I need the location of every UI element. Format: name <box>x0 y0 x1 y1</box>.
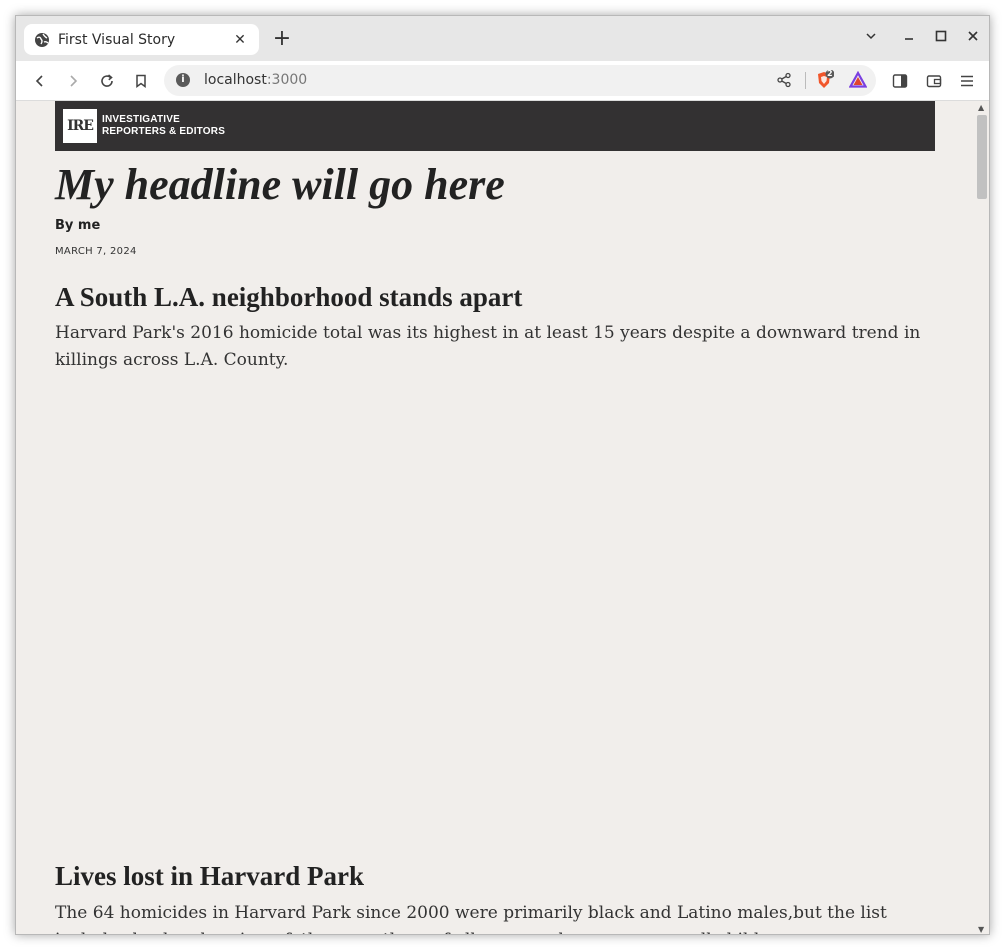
tab-first-visual-story[interactable]: First Visual Story ✕ <box>24 24 259 55</box>
sidebar-toggle-icon[interactable] <box>890 71 910 91</box>
address-bar[interactable]: i localhost:3000 2 <box>164 65 876 96</box>
scroll-down-arrow-icon[interactable]: ▼ <box>978 925 984 934</box>
tab-strip: First Visual Story ✕ + <box>16 16 989 61</box>
bookmark-icon[interactable] <box>131 71 151 91</box>
scrollbar-thumb[interactable] <box>977 115 987 199</box>
tab-search-chevron-icon[interactable] <box>861 30 881 46</box>
ire-banner[interactable]: IRE INVESTIGATIVE REPORTERS & EDITORS <box>55 101 935 151</box>
brave-rewards-icon[interactable] <box>848 70 868 90</box>
new-tab-button[interactable]: + <box>272 28 292 50</box>
publish-date: MARCH 7, 2024 <box>55 246 137 257</box>
ire-logo: IRE <box>63 109 97 143</box>
ire-logo-text: INVESTIGATIVE REPORTERS & EDITORS <box>102 114 226 137</box>
wallet-icon[interactable] <box>924 71 944 91</box>
url-text: localhost:3000 <box>204 72 308 88</box>
page-content: IRE INVESTIGATIVE REPORTERS & EDITORS My… <box>16 101 975 934</box>
tab-title: First Visual Story <box>58 31 176 48</box>
globe-icon <box>34 32 50 48</box>
reload-icon[interactable] <box>97 71 117 91</box>
divider <box>805 72 806 89</box>
maximize-icon[interactable] <box>931 30 951 46</box>
close-window-icon[interactable] <box>963 30 983 46</box>
section-body: Harvard Park's 2016 homicide total was i… <box>55 323 921 370</box>
byline: By me <box>55 218 101 233</box>
share-icon[interactable] <box>774 70 794 90</box>
vertical-scrollbar[interactable]: ▲ ▼ <box>975 101 989 934</box>
site-info-icon[interactable]: i <box>176 73 190 87</box>
menu-icon[interactable] <box>957 71 977 91</box>
forward-icon[interactable] <box>63 71 83 91</box>
section-heading: A South L.A. neighborhood stands apart <box>55 282 523 312</box>
shields-count-badge: 2 <box>827 69 833 78</box>
section-heading: Lives lost in Harvard Park <box>55 861 364 891</box>
minimize-icon[interactable] <box>899 30 919 46</box>
scroll-up-arrow-icon[interactable]: ▲ <box>978 103 984 112</box>
toolbar: i localhost:3000 2 <box>16 61 989 101</box>
close-tab-icon[interactable]: ✕ <box>231 32 249 48</box>
headline: My headline will go here <box>55 160 505 209</box>
section-body: The 64 homicides in Harvard Park since 2… <box>55 903 887 934</box>
brave-shields-icon[interactable]: 2 <box>814 69 834 90</box>
browser-window: First Visual Story ✕ + i localhost:3000 … <box>15 15 990 935</box>
back-icon[interactable] <box>30 71 50 91</box>
